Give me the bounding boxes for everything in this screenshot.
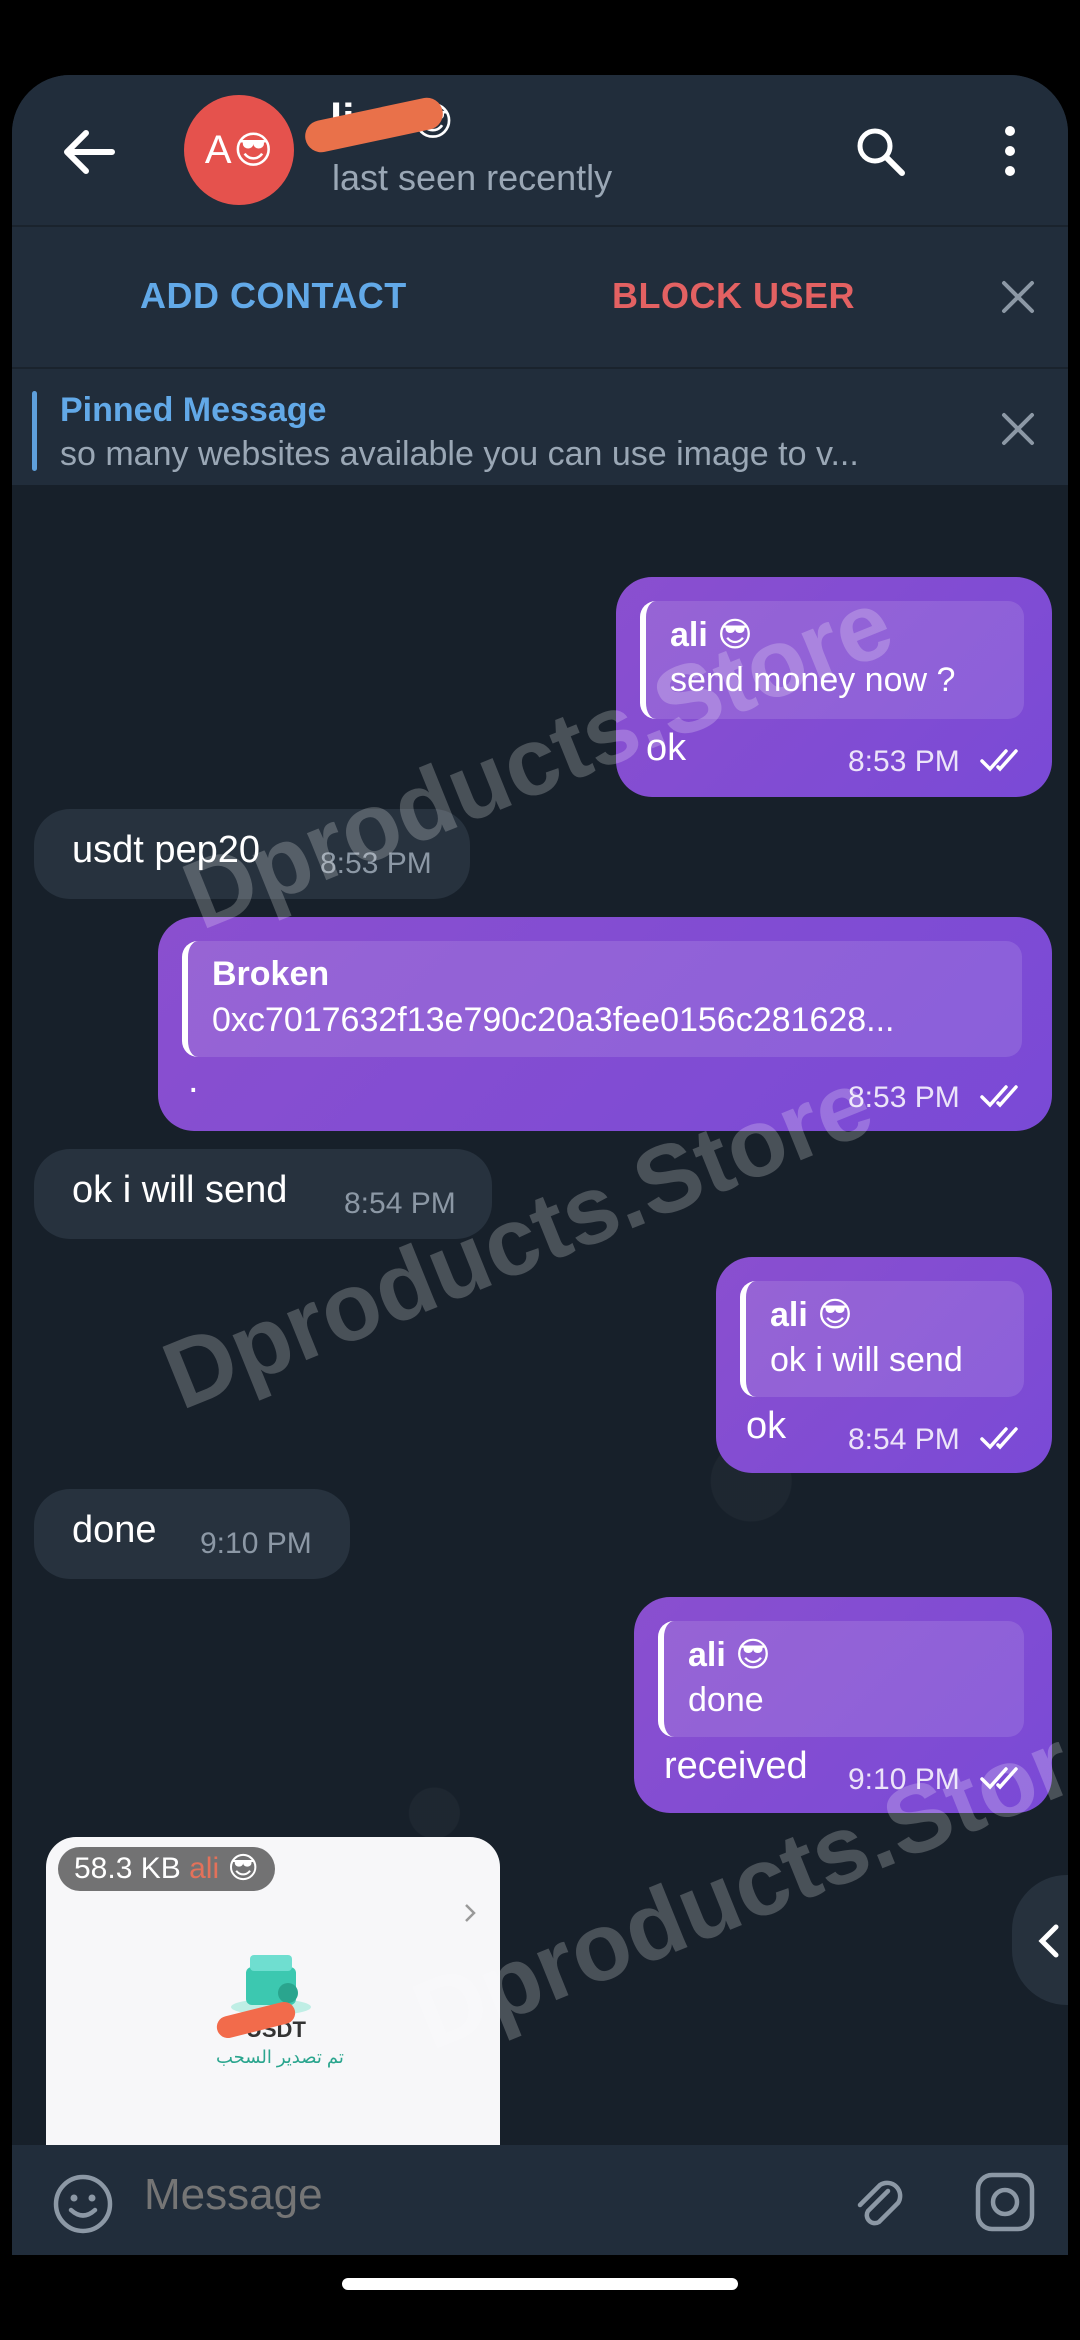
message-text: received bbox=[664, 1745, 808, 1787]
pinned-title: Pinned Message bbox=[60, 391, 327, 429]
message-text: . bbox=[188, 1059, 199, 1101]
double-check-icon bbox=[980, 1427, 1018, 1450]
reply-text: ok i will send bbox=[770, 1341, 963, 1379]
message-input-bar bbox=[12, 2145, 1068, 2255]
reply-text: send money now ? bbox=[670, 661, 956, 699]
avatar-emoji: 😎 bbox=[233, 129, 274, 172]
message-list[interactable]: ali 😎 send money now ? ok 8:53 PM usdt p… bbox=[12, 485, 1068, 2145]
double-check-icon bbox=[980, 749, 1018, 772]
message-time: 8:53 PM bbox=[848, 1081, 960, 1114]
pinned-message-bar[interactable]: Pinned Message so many websites availabl… bbox=[12, 367, 1068, 487]
message-time: 8:53 PM bbox=[848, 745, 960, 778]
message-text: ok i will send bbox=[72, 1169, 288, 1211]
home-indicator[interactable] bbox=[342, 2278, 738, 2290]
image-sender-emoji: 😎 bbox=[227, 1852, 259, 1885]
reply-quote[interactable]: Broken 0xc7017632f13e790c20a3fee0156c281… bbox=[182, 941, 1022, 1057]
message-time: 8:54 PM bbox=[344, 1187, 456, 1220]
image-sender: ali bbox=[189, 1852, 220, 1885]
pinned-indicator bbox=[32, 391, 37, 471]
message-bubble-outgoing[interactable]: ali 😎 ok i will send ok 8:54 PM bbox=[716, 1257, 1052, 1473]
message-bubble-incoming[interactable]: usdt pep20 8:53 PM bbox=[34, 809, 470, 899]
reply-sender: Broken bbox=[212, 955, 330, 993]
reply-sender: ali 😎 bbox=[688, 1636, 771, 1674]
message-input[interactable] bbox=[142, 2169, 746, 2221]
emoji-icon[interactable] bbox=[52, 2173, 114, 2235]
block-user-button[interactable]: BLOCK USER bbox=[612, 275, 855, 317]
pinned-text: so many websites available you can use i… bbox=[60, 435, 859, 473]
reply-text: 0xc7017632f13e790c20a3fee0156c281628... bbox=[212, 1001, 895, 1039]
chat-header: A😎 li 😎 last seen recently bbox=[12, 75, 1068, 225]
last-seen-status: last seen recently bbox=[332, 157, 613, 198]
message-bubble-outgoing[interactable]: ali 😎 done received 9:10 PM bbox=[634, 1597, 1052, 1813]
message-text: usdt pep20 bbox=[72, 829, 261, 871]
back-arrow-icon[interactable] bbox=[60, 127, 116, 177]
message-bubble-outgoing[interactable]: ali 😎 send money now ? ok 8:53 PM bbox=[616, 577, 1052, 797]
contact-action-bar: ADD CONTACT BLOCK USER bbox=[12, 225, 1068, 367]
telegram-chat-screen: A😎 li 😎 last seen recently ADD CONTACT B… bbox=[12, 75, 1068, 2255]
message-time: 8:54 PM bbox=[848, 1423, 960, 1456]
message-time: 8:53 PM bbox=[320, 847, 432, 880]
double-check-icon bbox=[980, 1767, 1018, 1790]
message-bubble-outgoing[interactable]: Broken 0xc7017632f13e790c20a3fee0156c281… bbox=[158, 917, 1052, 1131]
avatar-initial: A bbox=[204, 127, 232, 172]
attach-icon[interactable] bbox=[848, 2171, 910, 2233]
message-time: 9:10 PM bbox=[200, 1527, 312, 1560]
add-contact-button[interactable]: ADD CONTACT bbox=[140, 275, 407, 317]
double-check-icon bbox=[980, 1085, 1018, 1108]
image-size: 58.3 KB bbox=[74, 1852, 181, 1885]
message-bubble-incoming[interactable]: done 9:10 PM bbox=[34, 1489, 350, 1579]
reply-text: done bbox=[688, 1681, 764, 1719]
redaction-mark bbox=[302, 94, 446, 156]
image-size-badge: 58.3 KB ali 😎 bbox=[58, 1847, 275, 1891]
chevron-right-icon bbox=[465, 1904, 476, 1922]
search-icon[interactable] bbox=[852, 123, 908, 179]
avatar[interactable]: A 😎 bbox=[184, 95, 294, 205]
message-time: 9:10 PM bbox=[848, 1763, 960, 1796]
camera-icon[interactable] bbox=[974, 2171, 1036, 2233]
message-text: ok bbox=[646, 727, 687, 769]
message-bubble-incoming[interactable]: ok i will send 8:54 PM bbox=[34, 1149, 492, 1239]
close-pinned-icon[interactable] bbox=[998, 409, 1038, 449]
close-icon[interactable] bbox=[998, 277, 1038, 317]
reply-sender: ali 😎 bbox=[670, 616, 753, 654]
reply-quote[interactable]: ali 😎 done bbox=[658, 1621, 1024, 1737]
reply-quote[interactable]: ali 😎 ok i will send bbox=[740, 1281, 1024, 1397]
message-text: ok bbox=[746, 1405, 787, 1447]
chevron-left-icon bbox=[1038, 1924, 1059, 1958]
reply-quote[interactable]: ali 😎 send money now ? bbox=[640, 601, 1024, 719]
reply-sender: ali 😎 bbox=[770, 1296, 853, 1334]
message-text: done bbox=[72, 1509, 157, 1551]
more-vert-icon[interactable] bbox=[982, 123, 1038, 179]
image-message[interactable]: USDT تم تصدير السحب 58.3 KB ali 😎 bbox=[46, 1837, 500, 2145]
image-caption: تم تصدير السحب bbox=[216, 2047, 344, 2067]
